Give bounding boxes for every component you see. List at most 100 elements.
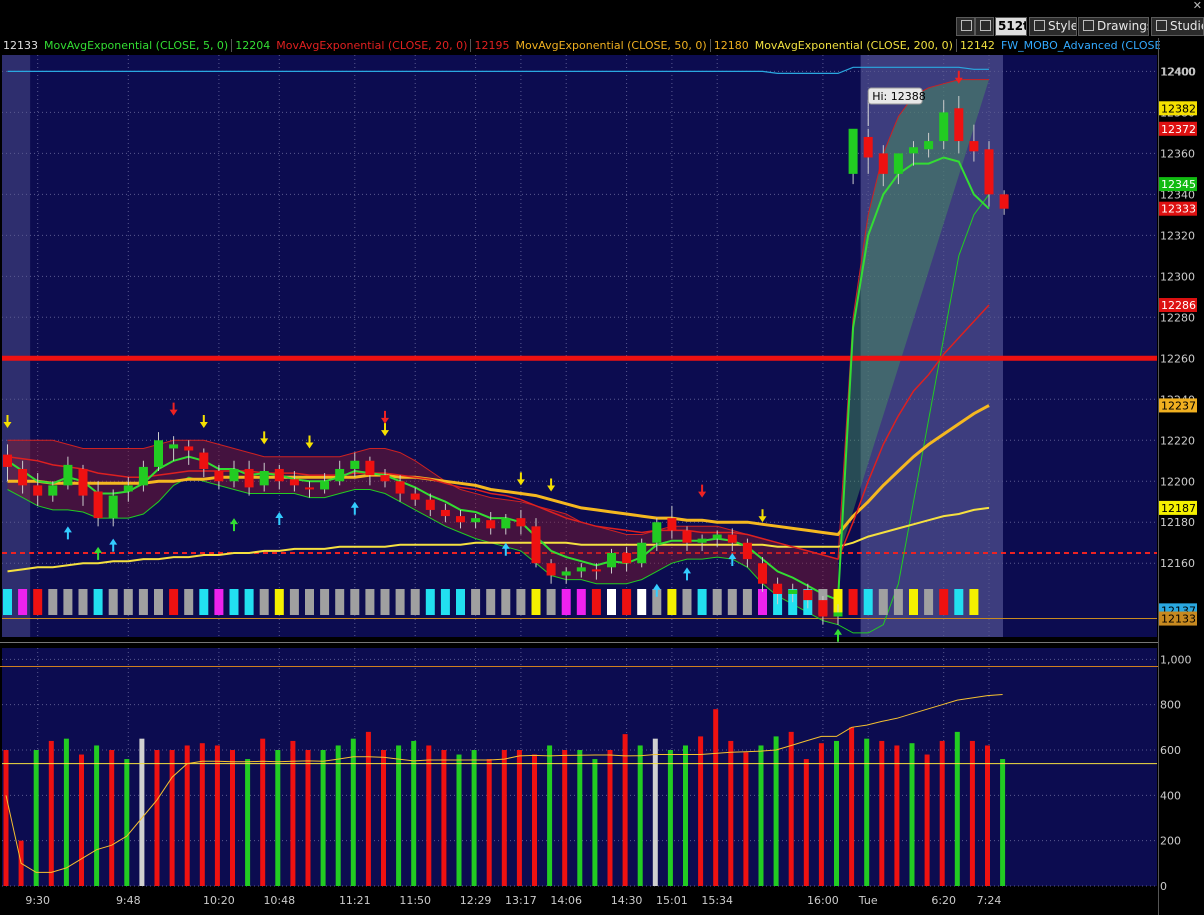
candle-body — [697, 538, 707, 543]
candle-body — [395, 481, 405, 494]
volume-bar — [773, 736, 779, 886]
candle-body — [727, 534, 737, 543]
volume-bar — [547, 745, 553, 886]
volume-bar — [577, 750, 583, 886]
paint-bar — [954, 589, 964, 615]
volume-bar — [275, 750, 281, 886]
volume-bar — [909, 743, 915, 886]
candle-body — [984, 149, 994, 195]
volume-bar — [969, 740, 975, 886]
price-marker-label: 12382 — [1161, 102, 1196, 115]
volume-bar — [818, 743, 824, 886]
candle-body — [893, 153, 903, 174]
volume-bar — [350, 738, 356, 886]
volume-bar — [924, 754, 930, 886]
chart-canvas: 1216012180122001222012240122601228012300… — [0, 38, 1197, 915]
volume-bar — [260, 738, 266, 886]
candle-body — [516, 518, 526, 527]
paint-bar — [48, 589, 58, 615]
candle-body — [154, 440, 163, 467]
paint-bar — [108, 589, 118, 615]
volume-bar — [486, 759, 492, 886]
volume-bar — [985, 745, 990, 886]
volume-bar — [79, 754, 84, 886]
candle-body — [969, 141, 979, 152]
volume-bar — [471, 750, 477, 886]
paint-bar — [667, 589, 677, 615]
paint-bar — [501, 589, 511, 615]
premarket-shading — [2, 55, 31, 637]
candle-body — [637, 542, 647, 564]
candle-body — [410, 493, 420, 500]
candle-body — [546, 563, 556, 576]
volume-bar — [683, 745, 688, 886]
candle-body — [667, 518, 677, 531]
candle-body — [169, 444, 179, 449]
volume-bar — [124, 759, 130, 886]
time-tick-label: 12:29 — [460, 894, 492, 907]
volume-bar — [592, 759, 598, 886]
candle-body — [742, 542, 752, 560]
candle-body — [48, 485, 58, 496]
volume-tick-label: 600 — [1160, 744, 1181, 757]
paint-bar — [154, 589, 163, 615]
volume-tick-label: 0 — [1160, 880, 1167, 893]
price-tick-label: 12220 — [1160, 434, 1195, 447]
price-marker-label: 12400 — [1161, 65, 1196, 78]
volume-tick-label: 200 — [1160, 835, 1181, 848]
volume-bar — [199, 743, 205, 886]
paint-bar — [848, 589, 858, 615]
volume-bar — [154, 750, 160, 886]
time-tick-label: 11:50 — [399, 894, 431, 907]
volume-bar — [441, 750, 447, 886]
volume-bar — [622, 734, 628, 886]
paint-bar — [712, 589, 722, 615]
candle-body — [259, 471, 269, 486]
volume-tick-label: 800 — [1160, 699, 1181, 712]
candle-body — [712, 534, 722, 539]
volume-bar — [365, 731, 371, 886]
volume-bar — [456, 754, 462, 886]
volume-bar — [562, 750, 568, 886]
candle-body — [909, 147, 918, 154]
candle-body — [93, 491, 103, 519]
candle-body — [289, 479, 299, 486]
price-tick-label: 12300 — [1160, 270, 1195, 283]
candle-body — [63, 464, 73, 486]
volume-bar — [954, 731, 960, 886]
paint-bar — [199, 589, 209, 615]
candle-body — [108, 495, 118, 519]
candle-body — [954, 108, 964, 142]
paint-bar — [878, 589, 888, 615]
volume-bar — [849, 727, 855, 886]
candle-body — [18, 468, 28, 486]
time-tick-label: 9:48 — [116, 894, 141, 907]
volume-bar — [230, 750, 235, 886]
paint-bar — [591, 589, 601, 615]
candle-body — [214, 471, 224, 482]
hi-annotation-label: Hi: 12388 — [872, 90, 926, 103]
volume-bar — [803, 759, 809, 886]
candle-body — [305, 487, 314, 490]
volume-bar — [184, 745, 190, 886]
volume-bar — [532, 754, 537, 886]
candle-body — [803, 589, 813, 601]
candle-body — [320, 481, 330, 490]
volume-bar — [667, 750, 673, 886]
price-marker-label: 12133 — [1161, 613, 1196, 626]
volume-bar — [305, 750, 311, 886]
paint-bar — [365, 589, 375, 615]
paint-bar — [969, 589, 979, 615]
candle-body — [999, 194, 1009, 209]
paint-bar — [863, 589, 873, 615]
paint-bar — [622, 589, 632, 615]
paint-bar — [516, 589, 526, 615]
time-tick-label: 14:30 — [611, 894, 643, 907]
candle-body — [531, 526, 541, 564]
price-marker-label: 12333 — [1161, 203, 1196, 216]
volume-bar — [396, 745, 402, 886]
candle-body — [3, 454, 12, 467]
price-marker-label: 12286 — [1161, 299, 1196, 312]
time-tick-label: 13:17 — [505, 894, 537, 907]
volume-bar — [501, 750, 507, 886]
